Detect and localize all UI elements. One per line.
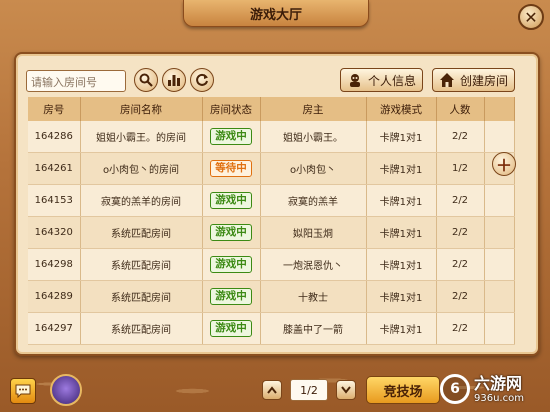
create-room-button[interactable]: 创建房间 [432, 68, 516, 92]
table-row[interactable]: 164320 系统匹配房间 游戏中 姒阳玉烔 卡牌1对1 2/2 [28, 216, 515, 249]
game-mode: 卡牌1对1 [366, 184, 437, 217]
table-row[interactable]: 164261 o小肉包丶的房间 等待中 o小肉包丶 卡牌1对1 1/2 [28, 152, 515, 185]
room-id: 164297 [28, 312, 81, 345]
room-id: 164320 [28, 216, 81, 249]
home-icon [439, 72, 455, 88]
join-room-button[interactable]: ＋ [492, 152, 516, 176]
status-badge: 游戏中 [210, 256, 252, 273]
game-mode: 卡牌1对1 [366, 248, 437, 281]
room-id: 164286 [28, 121, 81, 153]
player-count: 2/2 [436, 216, 485, 249]
player-count: 2/2 [436, 280, 485, 313]
column-header: 人数 [436, 97, 485, 121]
bar-chart-icon [168, 75, 180, 86]
room-owner: 寂寞的羔羊 [260, 184, 367, 217]
player-count: 1/2 [436, 152, 485, 185]
room-name: 系统匹配房间 [80, 248, 203, 281]
column-header-empty [484, 97, 515, 121]
room-id: 164153 [28, 184, 81, 217]
personal-info-button[interactable]: 个人信息 [340, 68, 424, 92]
create-room-label: 创建房间 [460, 73, 509, 88]
game-mode: 卡牌1对1 [366, 312, 437, 345]
close-icon: ✕ [524, 7, 538, 27]
chat-icon [15, 384, 31, 398]
table-row[interactable]: 164297 系统匹配房间 游戏中 膝盖中了一箭 卡牌1对1 2/2 [28, 312, 515, 345]
room-owner: 十教士 [260, 280, 367, 313]
player-avatar[interactable] [50, 374, 82, 406]
watermark: 6 六游网 936u.com [440, 368, 548, 410]
room-id: 164298 [28, 248, 81, 281]
watermark-name: 六游网 [474, 373, 523, 393]
status-badge: 游戏中 [210, 192, 252, 209]
room-name: 系统匹配房间 [80, 280, 203, 313]
room-owner: 姐姐小霸王。 [260, 121, 367, 153]
column-header: 房主 [260, 97, 367, 121]
room-owner: 姒阳玉烔 [260, 216, 367, 249]
room-owner: 膝盖中了一箭 [260, 312, 367, 345]
status-badge: 游戏中 [210, 128, 252, 145]
arena-button[interactable]: 竞技场 [366, 376, 440, 404]
room-name: o小肉包丶的房间 [80, 152, 203, 185]
table-row[interactable]: 164153 寂寞的羔羊的房间 游戏中 寂寞的羔羊 卡牌1对1 2/2 [28, 184, 515, 217]
room-owner: 一炮泯恩仇丶 [260, 248, 367, 281]
game-mode: 卡牌1对1 [366, 152, 437, 185]
watermark-logo-icon: 6 [440, 374, 470, 404]
column-header: 房号 [28, 97, 81, 121]
table-row[interactable]: 164289 系统匹配房间 游戏中 十教士 卡牌1对1 2/2 [28, 280, 515, 313]
chevron-down-icon [341, 386, 351, 394]
ranking-button[interactable] [162, 68, 186, 92]
chat-button[interactable] [10, 378, 36, 404]
close-button[interactable]: ✕ [518, 4, 544, 30]
chevron-up-icon [267, 386, 277, 394]
title-tab: 游戏大厅 [183, 0, 369, 27]
room-name: 寂寞的羔羊的房间 [80, 184, 203, 217]
room-name: 系统匹配房间 [80, 216, 203, 249]
column-header: 游戏模式 [366, 97, 437, 121]
game-mode: 卡牌1对1 [366, 121, 437, 153]
window-title: 游戏大厅 [249, 7, 302, 23]
room-name: 姐姐小霸王。的房间 [80, 121, 203, 153]
search-icon [139, 73, 153, 87]
game-mode: 卡牌1对1 [366, 216, 437, 249]
column-header: 房间名称 [80, 97, 203, 121]
search-button[interactable] [134, 68, 158, 92]
previous-page-button[interactable] [262, 380, 282, 400]
room-name: 系统匹配房间 [80, 312, 203, 345]
room-owner: o小肉包丶 [260, 152, 367, 185]
player-count: 2/2 [436, 312, 485, 345]
room-id: 164289 [28, 280, 81, 313]
next-page-button[interactable] [336, 380, 356, 400]
room-table: 房号 房间名称 房间状态 房主 游戏模式 人数 164286 姐姐小霸王。的房间… [28, 97, 515, 345]
personal-info-label: 个人信息 [368, 73, 417, 88]
watermark-url: 936u.com [474, 392, 524, 404]
status-badge: 游戏中 [210, 288, 252, 305]
room-search-input[interactable]: 请输入房间号 [26, 70, 126, 92]
table-row[interactable]: 164286 姐姐小霸王。的房间 游戏中 姐姐小霸王。 卡牌1对1 2/2 [28, 121, 515, 153]
refresh-icon [196, 73, 208, 86]
page-indicator: 1/2 [290, 379, 328, 401]
lobby-window: 游戏大厅 ✕ 请输入房间号 个人信息 创建房间 房号 房间名称 房间状态 房主 … [0, 0, 550, 412]
player-count: 2/2 [436, 121, 485, 153]
status-badge: 游戏中 [210, 320, 252, 337]
user-icon [347, 72, 363, 88]
player-count: 2/2 [436, 248, 485, 281]
column-header: 房间状态 [202, 97, 261, 121]
plus-icon: ＋ [495, 156, 512, 175]
status-badge: 游戏中 [210, 224, 252, 241]
table-row[interactable]: 164298 系统匹配房间 游戏中 一炮泯恩仇丶 卡牌1对1 2/2 [28, 248, 515, 281]
game-mode: 卡牌1对1 [366, 280, 437, 313]
player-count: 2/2 [436, 184, 485, 217]
room-id: 164261 [28, 152, 81, 185]
refresh-button[interactable] [190, 68, 214, 92]
table-header: 房号 房间名称 房间状态 房主 游戏模式 人数 [28, 97, 515, 121]
status-badge: 等待中 [210, 160, 252, 177]
